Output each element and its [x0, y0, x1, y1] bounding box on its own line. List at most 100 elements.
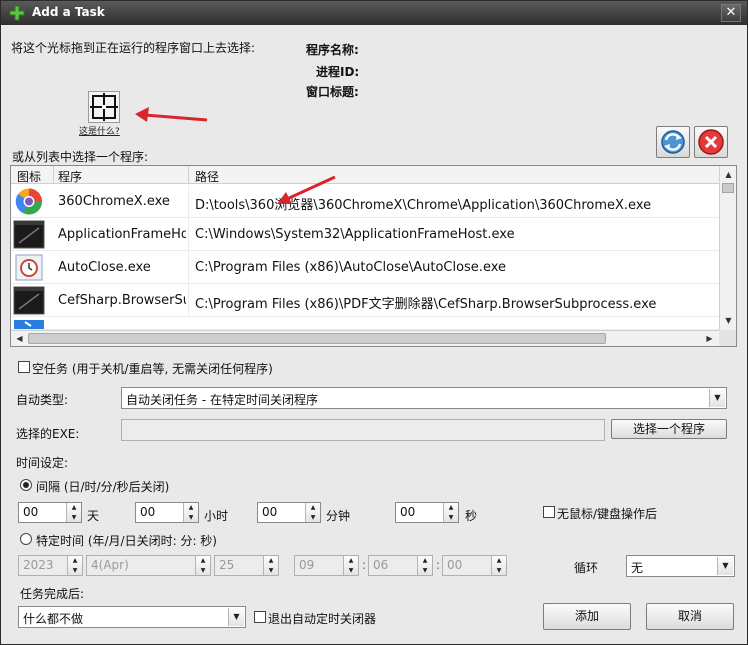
- empty-task-checkbox[interactable]: [18, 361, 30, 373]
- add-task-dialog: Add a Task ✕ 将这个光标拖到正在运行的程序窗口上去选择: 这是什么?…: [0, 0, 748, 645]
- program-path-cell: C:\Windows\System32\ApplicationFrameHost…: [195, 227, 515, 242]
- minutes-unit: 分钟: [326, 509, 351, 523]
- program-path-cell: C:\Program Files (x86)\AutoClose\AutoClo…: [195, 260, 507, 275]
- no-input-checkbox[interactable]: [543, 506, 555, 518]
- drag-instruction: 将这个光标拖到正在运行的程序窗口上去选择:: [11, 41, 256, 55]
- auto-type-select[interactable]: 自动关闭任务 - 在特定时间关闭程序 ▼: [121, 387, 727, 409]
- hours-stepper[interactable]: 00 ▲ ▼: [135, 502, 199, 523]
- stepper-arrows-icon[interactable]: ▲ ▼: [343, 556, 358, 575]
- refresh-button[interactable]: [656, 126, 690, 158]
- vertical-scrollbar[interactable]: ▲ ▼: [719, 166, 736, 330]
- stepper-arrows-icon[interactable]: ▲ ▼: [443, 503, 458, 522]
- scroll-thumb[interactable]: [722, 183, 734, 193]
- cancel-button[interactable]: 取消: [646, 603, 734, 630]
- program-path-cell: D:\tools\360浏览器\360ChromeX\Chrome\Applic…: [195, 198, 652, 213]
- partial-row-icon: [14, 320, 44, 329]
- crosshair-finder-tool[interactable]: [88, 91, 120, 123]
- delete-button[interactable]: [694, 126, 728, 158]
- column-header-program[interactable]: 程序: [58, 168, 82, 185]
- time-setting-label: 时间设定:: [16, 456, 69, 470]
- hour-stepper[interactable]: 09 ▲ ▼: [294, 555, 359, 576]
- red-arrow-annotation: [135, 107, 208, 122]
- hours-unit: 小时: [204, 509, 229, 523]
- minute-stepper[interactable]: 06 ▲ ▼: [368, 555, 433, 576]
- title-bar[interactable]: Add a Task ✕: [1, 1, 747, 25]
- table-row[interactable]: 360ChromeX.exe D:\tools\360浏览器\360Chrome…: [11, 185, 719, 218]
- close-icon: ✕: [725, 5, 737, 20]
- chevron-down-icon: ▼: [717, 557, 733, 575]
- seconds-stepper[interactable]: 00 ▲ ▼: [395, 502, 459, 523]
- chevron-down-icon: ▼: [228, 608, 244, 626]
- process-id-label: 进程ID:: [316, 65, 360, 79]
- empty-task-label: 空任务 (用于关机/重启等, 无需关闭任何程序): [32, 362, 273, 376]
- stepper-arrows-icon[interactable]: ▲ ▼: [305, 503, 320, 522]
- exit-autoclose-label: 退出自动定时关闭器: [268, 612, 377, 626]
- second-stepper[interactable]: 00 ▲ ▼: [442, 555, 507, 576]
- stepper-arrows-icon[interactable]: ▲ ▼: [195, 556, 210, 575]
- table-row[interactable]: CefSharp.BrowserSubprocess.exe C:\Progra…: [11, 284, 719, 317]
- exit-autoclose-checkbox[interactable]: [254, 611, 266, 623]
- choose-program-button[interactable]: 选择一个程序: [611, 419, 727, 439]
- seconds-unit: 秒: [465, 509, 478, 523]
- stepper-arrows-icon[interactable]: ▲ ▼: [491, 556, 506, 575]
- day-stepper[interactable]: 25 ▲ ▼: [214, 555, 279, 576]
- scroll-down-arrow[interactable]: ▼: [721, 313, 736, 328]
- minutes-stepper[interactable]: 00 ▲ ▼: [257, 502, 321, 523]
- add-button[interactable]: 添加: [543, 603, 631, 630]
- red-arrow-annotation: [277, 175, 336, 204]
- refresh-icon: [661, 130, 685, 154]
- program-list-caption: 或从列表中选择一个程序:: [12, 150, 149, 164]
- table-row[interactable]: AutoClose.exe C:\Program Files (x86)\Aut…: [11, 251, 719, 284]
- specific-time-radio[interactable]: [20, 533, 32, 545]
- stepper-arrows-icon[interactable]: ▲ ▼: [417, 556, 432, 575]
- hscroll-thumb[interactable]: [28, 333, 606, 344]
- year-stepper[interactable]: 2023 ▲ ▼: [18, 555, 83, 576]
- chevron-down-icon: ▼: [709, 389, 725, 407]
- after-task-select[interactable]: 什么都不做 ▼: [18, 606, 246, 628]
- program-table[interactable]: 图标 程序 路径 360ChromeX.exe D:\tools\360浏览器\…: [10, 165, 737, 347]
- scroll-up-arrow[interactable]: ▲: [721, 167, 736, 182]
- column-header-path[interactable]: 路径: [195, 168, 219, 185]
- delete-x-icon: [698, 129, 724, 155]
- window-title: Add a Task: [32, 5, 105, 19]
- program-name-cell: ApplicationFrameHost.exe: [58, 227, 186, 242]
- program-name-cell: 360ChromeX.exe: [58, 194, 170, 209]
- application-frame-icon: [13, 220, 45, 249]
- scroll-right-arrow[interactable]: ▶: [702, 331, 717, 346]
- table-row[interactable]: ApplicationFrameHost.exe C:\Windows\Syst…: [11, 218, 719, 251]
- stepper-arrows-icon[interactable]: ▲ ▼: [66, 503, 81, 522]
- loop-label: 循环: [574, 561, 599, 575]
- window-title-label: 窗口标题:: [306, 85, 359, 99]
- horizontal-scrollbar[interactable]: ◀ ▶: [11, 330, 719, 346]
- loop-select[interactable]: 无 ▼: [626, 555, 735, 577]
- 360chrome-icon: [15, 188, 42, 215]
- scroll-left-arrow[interactable]: ◀: [12, 331, 27, 346]
- selected-exe-field[interactable]: [121, 419, 605, 441]
- no-input-label: 无鼠标/键盘操作后: [557, 507, 658, 521]
- cefsharp-icon: [13, 286, 45, 315]
- program-name-cell: CefSharp.BrowserSubprocess.exe: [58, 293, 186, 308]
- what-is-this-link[interactable]: 这是什么?: [79, 124, 120, 137]
- auto-type-value: 自动关闭任务 - 在特定时间关闭程序: [126, 393, 318, 407]
- stepper-arrows-icon[interactable]: ▲ ▼: [183, 503, 198, 522]
- after-task-label: 任务完成后:: [20, 587, 85, 601]
- program-path-cell: C:\Program Files (x86)\PDF文字删除器\CefSharp…: [195, 297, 657, 312]
- auto-type-label: 自动类型:: [16, 393, 69, 407]
- table-row[interactable]: [11, 317, 719, 330]
- interval-radio[interactable]: [20, 479, 32, 491]
- program-name-label: 程序名称:: [306, 43, 359, 57]
- window-close-button[interactable]: ✕: [721, 4, 741, 22]
- column-header-icon[interactable]: 图标: [17, 168, 41, 185]
- month-select[interactable]: 4(Apr) ▲ ▼: [86, 555, 211, 576]
- interval-label: 间隔 (日/时/分/秒后关闭): [36, 480, 170, 494]
- program-name-cell: AutoClose.exe: [58, 260, 151, 275]
- stepper-arrows-icon[interactable]: ▲ ▼: [67, 556, 82, 575]
- add-plus-icon: [9, 5, 25, 21]
- crosshair-icon: [90, 93, 118, 121]
- specific-time-label: 特定时间 (年/月/日关闭时: 分: 秒): [36, 534, 217, 548]
- table-header: 图标 程序 路径: [11, 166, 719, 184]
- stepper-arrows-icon[interactable]: ▲ ▼: [263, 556, 278, 575]
- autoclose-icon: [15, 254, 43, 281]
- days-stepper[interactable]: 00 ▲ ▼: [18, 502, 82, 523]
- days-unit: 天: [87, 509, 100, 523]
